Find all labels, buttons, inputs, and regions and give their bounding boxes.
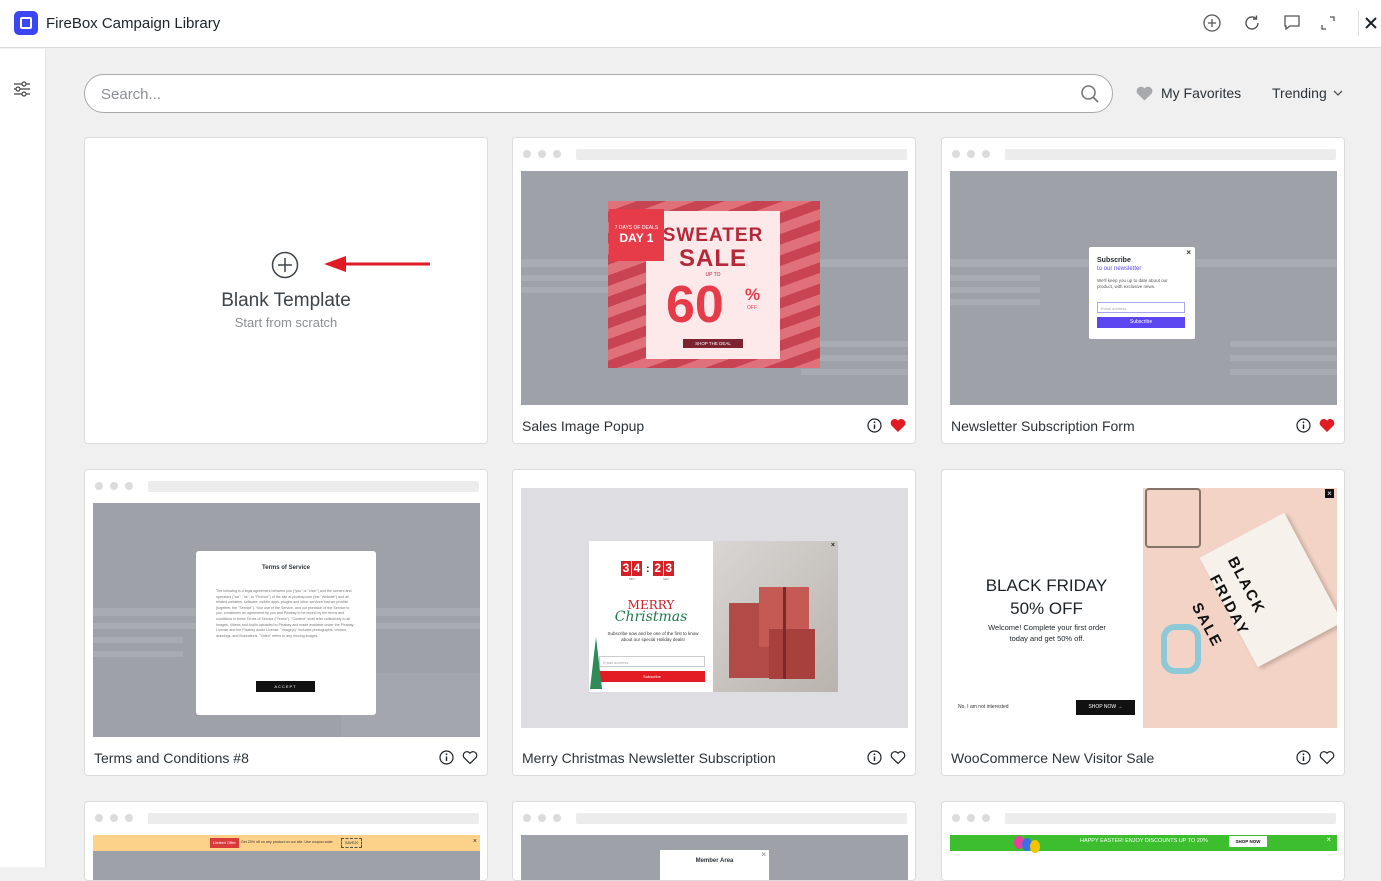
template-name: Sales Image Popup bbox=[522, 418, 645, 434]
template-card-sales-image-popup[interactable]: SWEATER SALE UP TO 60 % OFF SHOP THE DEA… bbox=[512, 137, 916, 444]
template-preview: × Subscribe to our newsletter We'll keep… bbox=[950, 171, 1337, 405]
heart-outline-icon[interactable] bbox=[462, 750, 478, 765]
sidebar bbox=[0, 49, 46, 867]
easter-bar-preview: HAPPY EASTER! ENJOY DISCOUNTS UP TO 20% … bbox=[950, 835, 1337, 853]
close-icon: × bbox=[1186, 248, 1191, 257]
info-icon[interactable] bbox=[1296, 418, 1311, 433]
template-preview: SWEATER SALE UP TO 60 % OFF SHOP THE DEA… bbox=[521, 171, 908, 405]
firebox-logo-icon bbox=[14, 11, 38, 35]
expand-icon[interactable] bbox=[1317, 12, 1339, 34]
template-preview: Member Area × bbox=[521, 835, 908, 880]
newsletter-popup-preview: × Subscribe to our newsletter We'll keep… bbox=[1089, 247, 1195, 339]
heart-filled-icon[interactable] bbox=[890, 418, 906, 433]
template-preview: HAPPY EASTER! ENJOY DISCOUNTS UP TO 20% … bbox=[950, 835, 1337, 880]
template-name: WooCommerce New Visitor Sale bbox=[951, 750, 1155, 766]
sort-dropdown[interactable]: Trending bbox=[1272, 85, 1343, 101]
template-card-member-area[interactable]: Member Area × bbox=[512, 801, 916, 881]
sort-label: Trending bbox=[1272, 85, 1327, 101]
search-input[interactable] bbox=[101, 84, 1061, 104]
heart-icon bbox=[1136, 86, 1153, 100]
red-arrow-annotation bbox=[324, 256, 430, 272]
heart-outline-icon[interactable] bbox=[1319, 750, 1335, 765]
terms-popup-preview: Terms of Service The following is a lega… bbox=[196, 551, 376, 715]
add-circle-icon[interactable] bbox=[1201, 12, 1223, 34]
blank-template-subtitle: Start from scratch bbox=[234, 315, 338, 330]
close-icon: × bbox=[761, 850, 766, 859]
my-favorites-label: My Favorites bbox=[1161, 85, 1242, 101]
plus-circle-icon bbox=[271, 251, 299, 279]
template-card-woocommerce-new-visitor-sale[interactable]: BLACK FRIDAY 50% OFF Welcome! Complete y… bbox=[941, 469, 1345, 776]
info-icon[interactable] bbox=[867, 418, 882, 433]
filter-sliders-icon[interactable] bbox=[12, 79, 34, 101]
close-icon: × bbox=[830, 542, 835, 549]
black-friday-popup-preview: BLACK FRIDAY 50% OFF Welcome! Complete y… bbox=[950, 488, 1337, 728]
heart-outline-icon[interactable] bbox=[890, 750, 906, 765]
comment-icon[interactable] bbox=[1281, 12, 1303, 34]
template-name: Newsletter Subscription Form bbox=[951, 418, 1135, 434]
template-card-terms-and-conditions[interactable]: Terms of Service The following is a lega… bbox=[84, 469, 488, 776]
info-icon[interactable] bbox=[867, 750, 882, 765]
app-title: FireBox Campaign Library bbox=[46, 15, 221, 32]
my-favorites-filter[interactable]: My Favorites bbox=[1136, 85, 1241, 101]
template-preview: Limited Offer Get 20% off on any product… bbox=[93, 835, 480, 880]
gift-boxes-image: × bbox=[713, 541, 838, 692]
refresh-icon[interactable] bbox=[1241, 12, 1263, 34]
close-icon: × bbox=[472, 838, 477, 845]
black-friday-image: BLACK FRIDAY SALE × bbox=[1143, 488, 1337, 728]
member-area-popup-preview: Member Area × bbox=[660, 850, 769, 880]
close-icon[interactable] bbox=[1358, 10, 1381, 36]
template-name: Terms and Conditions #8 bbox=[94, 750, 249, 766]
template-preview: 34:23 MIN SEC MERRY Christmas Subscribe … bbox=[521, 488, 908, 728]
template-name: Merry Christmas Newsletter Subscription bbox=[522, 750, 776, 766]
title-bar: FireBox Campaign Library bbox=[0, 0, 1381, 48]
template-preview: Terms of Service The following is a lega… bbox=[93, 503, 480, 737]
chevron-down-icon bbox=[1333, 90, 1343, 96]
template-card-merry-christmas-newsletter[interactable]: 34:23 MIN SEC MERRY Christmas Subscribe … bbox=[512, 469, 916, 776]
heart-filled-icon[interactable] bbox=[1319, 418, 1335, 433]
info-icon[interactable] bbox=[1296, 750, 1311, 765]
template-card-easter-bar[interactable]: HAPPY EASTER! ENJOY DISCOUNTS UP TO 20% … bbox=[941, 801, 1345, 881]
christmas-popup-preview: 34:23 MIN SEC MERRY Christmas Subscribe … bbox=[589, 541, 838, 692]
close-icon: × bbox=[1325, 489, 1334, 498]
template-card-coupon-bar[interactable]: Limited Offer Get 20% off on any product… bbox=[84, 801, 488, 881]
blank-template-card[interactable]: Blank Template Start from scratch bbox=[84, 137, 488, 444]
template-preview: BLACK FRIDAY 50% OFF Welcome! Complete y… bbox=[950, 488, 1337, 728]
close-icon: × bbox=[1326, 835, 1331, 844]
search-icon[interactable] bbox=[1080, 84, 1100, 104]
coupon-bar-preview: Limited Offer Get 20% off on any product… bbox=[93, 835, 480, 851]
sale-popup-preview: SWEATER SALE UP TO 60 % OFF SHOP THE DEA… bbox=[608, 201, 820, 368]
template-card-newsletter-subscription-form[interactable]: × Subscribe to our newsletter We'll keep… bbox=[941, 137, 1345, 444]
christmas-tree-icon bbox=[590, 637, 602, 689]
blank-template-title: Blank Template bbox=[221, 290, 351, 311]
info-icon[interactable] bbox=[439, 750, 454, 765]
search-box bbox=[84, 74, 1113, 113]
